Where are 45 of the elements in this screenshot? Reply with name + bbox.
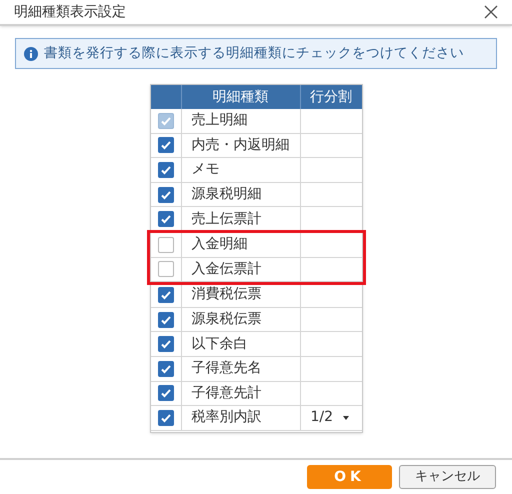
check-icon: [160, 213, 172, 226]
checkbox[interactable]: [158, 162, 174, 178]
check-icon: [160, 139, 172, 152]
table-cell-text: 源泉税伝票: [192, 310, 262, 330]
table-cell-text: 子得意先名: [192, 359, 262, 378]
split-dropdown[interactable]: 1/2: [310, 407, 350, 428]
column-header: 明細種類: [212, 88, 268, 106]
table-cell-text: 源泉税明細: [192, 185, 262, 204]
check-icon: [160, 412, 172, 424]
table-cell-text: 以下余白: [192, 334, 248, 354]
checkbox[interactable]: [158, 336, 174, 352]
check-icon: [160, 288, 172, 301]
table-cell-text: 入金伝票計: [192, 260, 262, 279]
checkbox[interactable]: [158, 312, 174, 328]
table-cell-text: 子得意先計: [192, 384, 262, 403]
table-cell-text: メモ: [192, 160, 220, 180]
table-cell-text: 内売・内返明細: [192, 136, 290, 155]
check-icon: [160, 338, 172, 350]
checkbox[interactable]: [158, 286, 174, 303]
checkbox[interactable]: [158, 360, 174, 377]
column-header: 行分割: [310, 88, 352, 106]
table-cell-text: 売上伝票計: [192, 210, 262, 229]
cancel-button[interactable]: キャンセル: [399, 465, 496, 489]
check-icon: [160, 314, 172, 326]
close-icon[interactable]: [484, 5, 498, 19]
table-cell-text: 税率別内訳: [192, 408, 262, 428]
checkbox[interactable]: [158, 211, 174, 228]
info-icon: [24, 46, 38, 60]
checkbox[interactable]: [158, 261, 174, 278]
table-cell-text: 消費税伝票: [192, 285, 262, 304]
checkbox[interactable]: [158, 137, 174, 154]
checkbox[interactable]: [158, 385, 174, 402]
checkbox[interactable]: [158, 186, 174, 203]
info-text: 書類を発行する際に表示する明細種類にチェックをつけてください: [44, 44, 464, 64]
check-icon: [160, 164, 172, 176]
table-cell-text: 入金明細: [192, 235, 248, 254]
check-icon: [160, 362, 172, 375]
check-icon: [160, 114, 172, 127]
checkbox[interactable]: [158, 236, 174, 253]
check-icon: [160, 387, 172, 400]
table-cell-text: 売上明細: [192, 111, 248, 130]
check-icon: [160, 188, 172, 201]
caret-icon: [343, 416, 350, 420]
window-title: 明細種類表示設定: [14, 2, 126, 22]
checkbox[interactable]: [158, 410, 174, 426]
